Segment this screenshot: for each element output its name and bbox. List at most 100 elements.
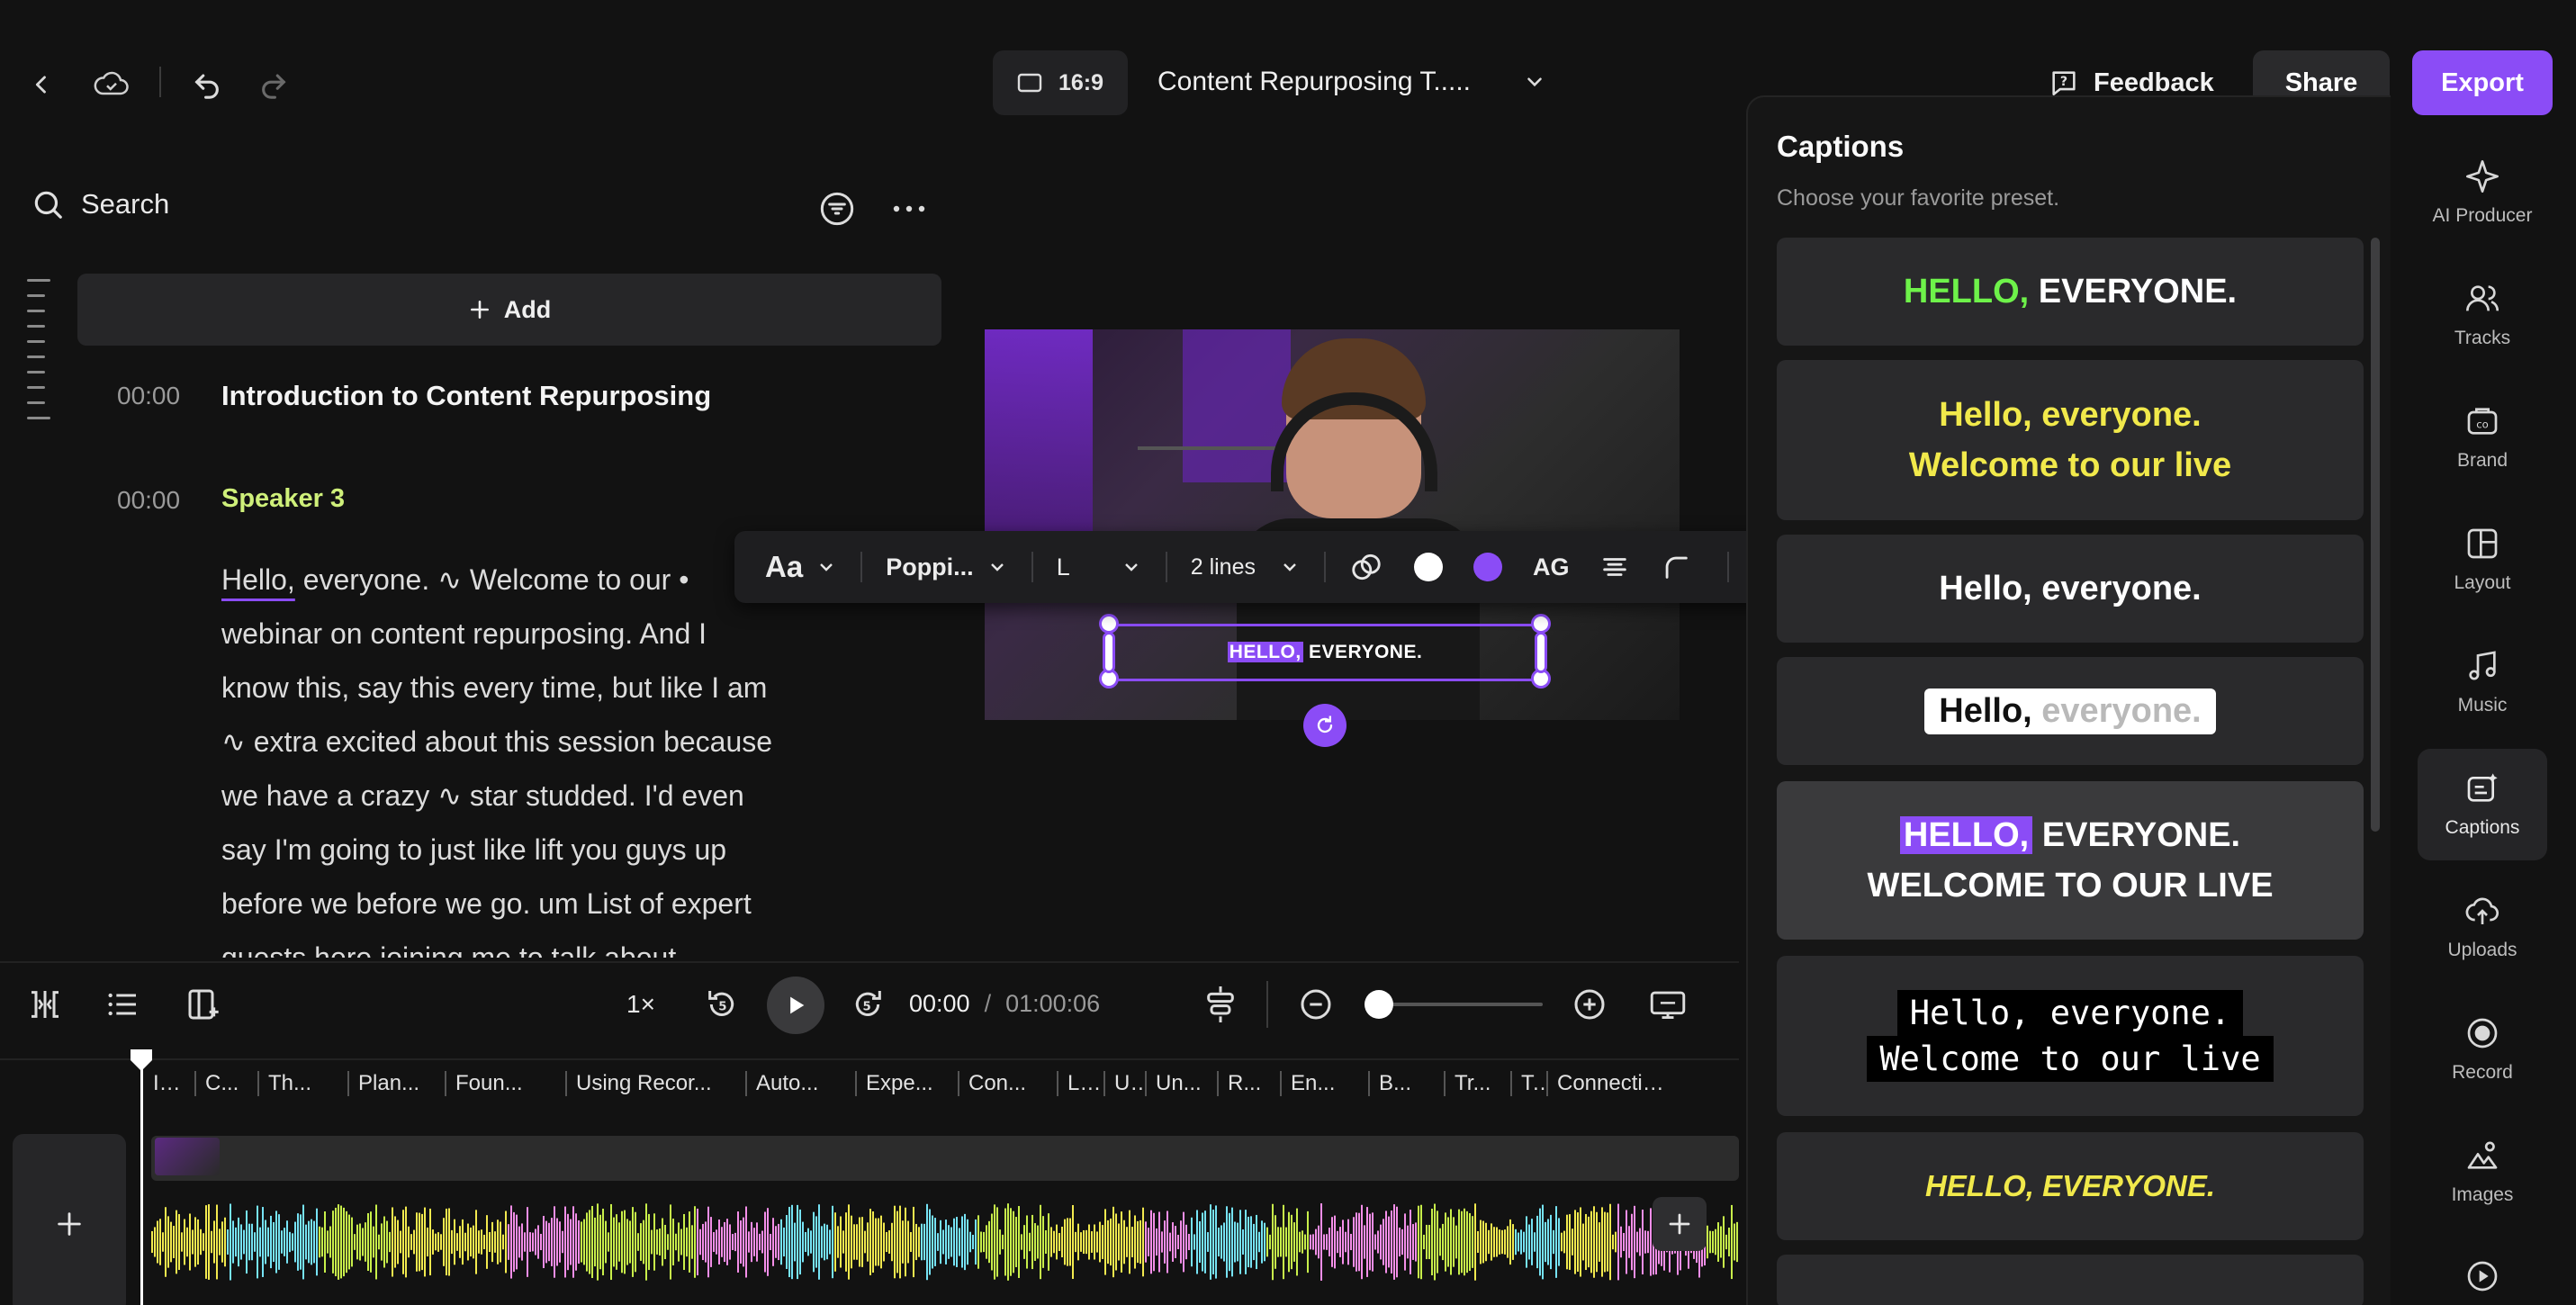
- resize-handle[interactable]: [1099, 614, 1119, 634]
- chapter-title[interactable]: Introduction to Content Repurposing: [221, 380, 711, 412]
- redo-icon[interactable]: [254, 65, 293, 104]
- chapter-segment[interactable]: Auto...: [745, 1071, 855, 1096]
- project-title[interactable]: Content Repurposing T.....: [1157, 67, 1471, 97]
- caption-preset[interactable]: [1777, 1255, 2364, 1305]
- chapter-timestamp[interactable]: 00:00: [117, 382, 180, 410]
- nav-layout[interactable]: Layout: [2418, 504, 2547, 616]
- add-track-button[interactable]: [13, 1134, 126, 1305]
- resize-handle[interactable]: [1531, 614, 1551, 634]
- total-duration: 01:00:06: [1005, 990, 1101, 1017]
- nav-ai-producer[interactable]: AI Producer: [2418, 137, 2547, 248]
- aspect-ratio-button[interactable]: 16:9: [993, 50, 1128, 115]
- caption-overlay[interactable]: HELLO, EVERYONE.: [1109, 624, 1541, 681]
- chapter-segment[interactable]: Plan...: [347, 1071, 445, 1096]
- chapter-segment[interactable]: Foun...: [445, 1071, 565, 1096]
- chapter-segment[interactable]: C...: [194, 1071, 257, 1096]
- transcript-line[interactable]: before we before we go. um List of exper…: [221, 877, 851, 931]
- caption-preset[interactable]: Hello, everyone. Welcome to our live: [1777, 360, 2364, 520]
- chapter-segment[interactable]: Connectin...: [1546, 1071, 1681, 1096]
- nav-record[interactable]: Record: [2418, 994, 2547, 1105]
- transcript-line[interactable]: know this, say this every time, but like…: [221, 661, 851, 715]
- caption-preset[interactable]: Hello, everyone. Welcome to our live: [1777, 956, 2364, 1116]
- record-icon: [2464, 1015, 2500, 1051]
- chapter-segment[interactable]: B...: [1368, 1071, 1444, 1096]
- add-scene-icon[interactable]: [185, 986, 221, 1022]
- panel-scrollbar[interactable]: [2371, 238, 2380, 832]
- link-style-icon[interactable]: [1349, 550, 1383, 584]
- transcript-line[interactable]: we have a crazy ∿ star studded. I'd even: [221, 769, 851, 823]
- filter-icon[interactable]: [819, 191, 855, 227]
- highlight-color-swatch[interactable]: [1473, 553, 1502, 581]
- transcript-line[interactable]: say I'm going to just like lift you guys…: [221, 823, 851, 877]
- divider: [1266, 981, 1268, 1028]
- transcript-line[interactable]: guests here joining me to talk about: [221, 931, 851, 958]
- caption-preset[interactable]: Hello, everyone.: [1777, 535, 2364, 643]
- zoom-slider-handle[interactable]: [1365, 990, 1393, 1019]
- highlighted-word[interactable]: Hello,: [221, 563, 295, 596]
- align-center-icon[interactable]: [1599, 552, 1630, 582]
- nav-captions[interactable]: Captions: [2418, 749, 2547, 860]
- corner-radius-icon[interactable]: [1661, 552, 1691, 582]
- chapter-segment[interactable]: Using Recor...: [565, 1071, 745, 1096]
- add-clip-button[interactable]: [1653, 1197, 1707, 1251]
- chapter-segment[interactable]: R...: [1217, 1071, 1280, 1096]
- video-track[interactable]: [151, 1136, 1739, 1181]
- nav-brand[interactable]: co Brand: [2418, 382, 2547, 493]
- nav-tracks[interactable]: Tracks: [2418, 259, 2547, 371]
- chapter-segment[interactable]: L...: [1057, 1071, 1103, 1096]
- font-dropdown[interactable]: Poppi...: [886, 554, 1008, 581]
- chapter-segment[interactable]: T..: [1510, 1071, 1546, 1096]
- chapter-segment[interactable]: En...: [1280, 1071, 1368, 1096]
- transcript-line[interactable]: webinar on content repurposing. And I: [221, 607, 851, 661]
- search-field[interactable]: Search: [31, 187, 169, 221]
- rotate-handle[interactable]: [1303, 704, 1347, 747]
- lines-dropdown[interactable]: 2 lines: [1191, 554, 1301, 580]
- text-case-dropdown[interactable]: Aa: [765, 550, 837, 584]
- play-button[interactable]: [767, 976, 824, 1034]
- captions-track-icon[interactable]: [1202, 985, 1238, 1024]
- chapter-segment[interactable]: In...: [144, 1071, 194, 1096]
- caption-preset[interactable]: HELLO, EVERYONE.: [1777, 1132, 2364, 1240]
- people-icon: [2464, 281, 2500, 317]
- chapter-segment[interactable]: Tr...: [1444, 1071, 1510, 1096]
- split-icon[interactable]: [27, 986, 63, 1022]
- speaker-timestamp[interactable]: 00:00: [117, 486, 180, 515]
- playhead[interactable]: [140, 1051, 143, 1305]
- caption-preset-selected[interactable]: HELLO, EVERYONE. WELCOME TO OUR LIVE: [1777, 781, 2364, 940]
- forward-5-icon[interactable]: 5: [850, 986, 886, 1022]
- nav-images[interactable]: Images: [2418, 1116, 2547, 1228]
- zoom-out-icon[interactable]: [1298, 986, 1334, 1022]
- add-button[interactable]: Add: [77, 274, 941, 346]
- script-scroll-markers[interactable]: [27, 279, 50, 432]
- more-options-icon[interactable]: [891, 196, 927, 221]
- zoom-in-icon[interactable]: [1572, 986, 1608, 1022]
- nav-uploads[interactable]: Uploads: [2418, 871, 2547, 983]
- chapter-segment[interactable]: Con...: [958, 1071, 1057, 1096]
- transcript-text[interactable]: Hello, everyone. ∿ Welcome to our • webi…: [221, 553, 851, 958]
- side-resize-handle[interactable]: [1535, 632, 1547, 673]
- fit-screen-icon[interactable]: [1649, 986, 1687, 1022]
- export-button[interactable]: Export: [2412, 50, 2553, 115]
- audio-waveform[interactable]: [151, 1197, 1739, 1287]
- side-resize-handle[interactable]: [1103, 632, 1115, 673]
- chapter-segment[interactable]: Un...: [1145, 1071, 1217, 1096]
- size-dropdown[interactable]: L: [1057, 554, 1142, 581]
- transcript-line[interactable]: ∿ extra excited about this session becau…: [221, 715, 851, 769]
- list-icon[interactable]: [104, 986, 140, 1022]
- play-circle-icon[interactable]: [2464, 1258, 2500, 1294]
- chapter-segment[interactable]: Th...: [257, 1071, 347, 1096]
- back-icon[interactable]: [22, 65, 61, 104]
- video-thumbnail[interactable]: [155, 1138, 220, 1175]
- caption-preset[interactable]: HELLO, EVERYONE.: [1777, 238, 2364, 346]
- chapter-segment[interactable]: U..: [1103, 1071, 1145, 1096]
- caption-preset[interactable]: Hello, everyone.: [1777, 657, 2364, 765]
- chevron-down-icon[interactable]: [1523, 70, 1546, 94]
- undo-icon[interactable]: [187, 65, 227, 104]
- playback-speed[interactable]: 1×: [626, 990, 655, 1019]
- text-effect-button[interactable]: AG: [1533, 554, 1570, 581]
- rewind-5-icon[interactable]: 5: [704, 986, 740, 1022]
- speaker-name[interactable]: Speaker 3: [221, 484, 345, 514]
- text-color-swatch[interactable]: [1413, 553, 1443, 581]
- chapter-segment[interactable]: Expe...: [855, 1071, 958, 1096]
- nav-music[interactable]: Music: [2418, 626, 2547, 738]
